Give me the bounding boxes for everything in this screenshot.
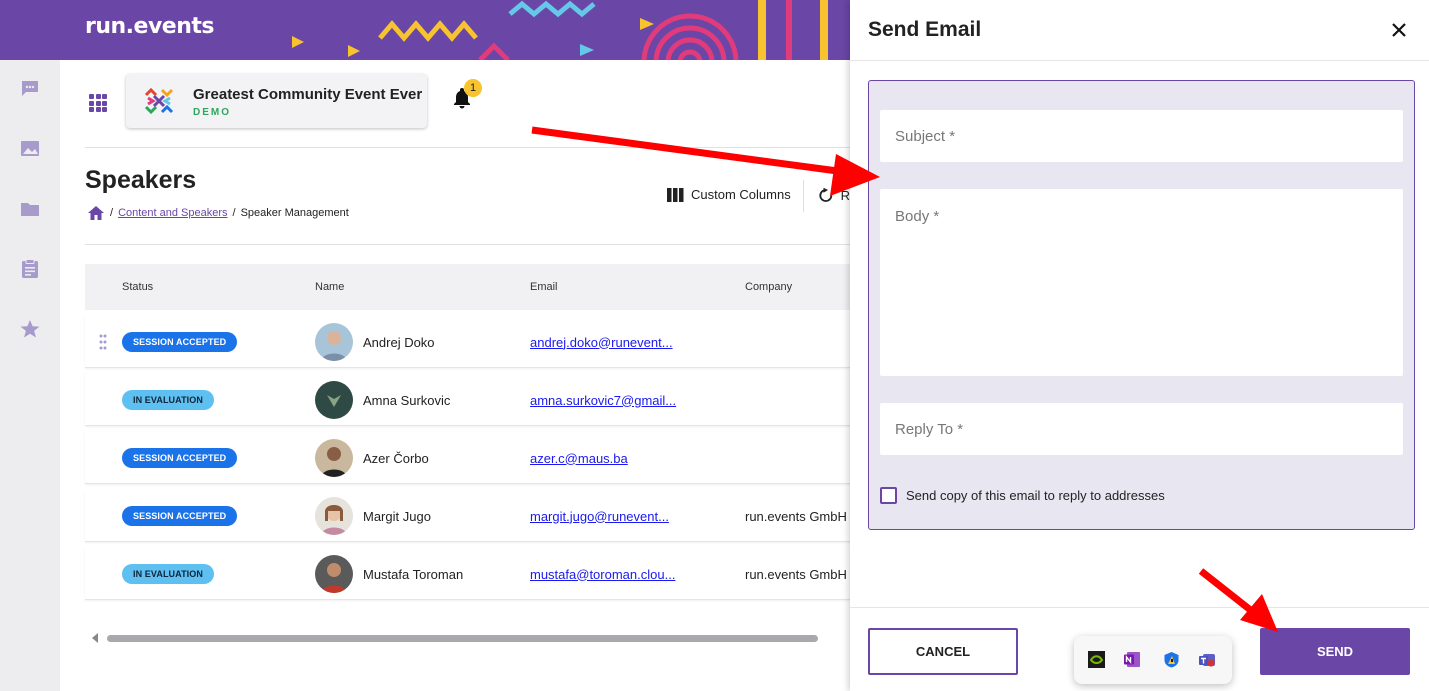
speakers-table: Status Name Email Company SESSION ACCEPT… [85,264,850,600]
app-logo[interactable]: run.events [85,14,215,39]
avatar [315,555,353,593]
column-header-company[interactable]: Company [745,281,792,293]
star-icon[interactable] [19,318,41,340]
left-rail [0,60,60,691]
toolbar-divider-line [85,244,850,245]
avatar [315,381,353,419]
send-email-dialog: Send Email Send copy of this email to re… [850,0,1429,691]
status-badge: SESSION ACCEPTED [122,332,238,352]
custom-columns-button[interactable]: Custom Columns [667,187,791,202]
breadcrumb-separator: / [110,207,114,219]
clipboard-icon[interactable] [19,258,41,280]
page-title: Speakers [85,166,197,194]
top-header: run.events [0,0,850,60]
speaker-name: Amna Surkovic [363,392,451,408]
column-header-name[interactable]: Name [315,281,344,293]
app-root: run.events Greatest Community Event Ever… [0,0,1429,691]
speaker-email[interactable]: andrej.doko@runevent... [530,335,673,350]
dialog-header-divider [850,60,1429,61]
event-title: Greatest Community Event Ever [193,86,423,103]
status-badge: IN EVALUATION [122,390,214,410]
body-textarea[interactable] [880,189,1403,376]
speaker-email[interactable]: azer.c@maus.ba [530,451,628,466]
event-selector[interactable]: Greatest Community Event Ever DEMO [126,74,427,128]
avatar [315,323,353,361]
table-row[interactable]: SESSION ACCEPTED Margit Jugo margit.jugo… [85,490,850,542]
teams-icon[interactable] [1199,651,1216,668]
cancel-button[interactable]: CANCEL [868,628,1018,675]
status-badge: IN EVALUATION [122,564,214,584]
status-badge: SESSION ACCEPTED [122,448,238,468]
table-row[interactable]: SESSION ACCEPTED Andrej Doko andrej.doko… [85,316,850,368]
speaker-name: Margit Jugo [363,508,431,524]
speaker-company: run.events GmbH [745,566,847,582]
table-row[interactable]: SESSION ACCEPTED Azer Čorbo azer.c@maus.… [85,432,850,484]
chat-icon[interactable] [19,78,41,100]
dialog-title: Send Email [868,18,982,41]
speaker-email[interactable]: mustafa@toroman.clou... [530,567,675,582]
reply-to-input[interactable] [880,403,1403,455]
table-header: Status Name Email Company [85,264,850,310]
apps-grid-icon[interactable] [89,94,107,112]
folder-icon[interactable] [19,198,41,220]
dialog-footer-divider [850,607,1429,608]
image-icon[interactable] [19,138,41,160]
email-form: Send copy of this email to reply to addr… [868,80,1415,530]
subject-input[interactable] [880,110,1403,162]
scrollbar-thumb[interactable] [107,635,818,642]
avatar [315,439,353,477]
scroll-left-icon[interactable] [92,633,98,643]
column-header-status[interactable]: Status [122,281,153,293]
refresh-button[interactable]: R [818,187,850,204]
home-icon[interactable] [87,205,105,221]
event-logo-icon [144,87,174,115]
breadcrumb-link-content-speakers[interactable]: Content and Speakers [118,207,227,219]
notification-count-badge: 1 [464,79,482,97]
refresh-label: R [840,188,850,203]
onenote-icon[interactable] [1124,651,1141,668]
toolbar-divider [803,180,804,212]
send-copy-checkbox[interactable] [880,487,897,504]
refresh-icon [819,187,833,202]
horizontal-scrollbar[interactable] [92,633,850,643]
breadcrumb-current: Speaker Management [240,207,349,219]
speaker-email[interactable]: amna.surkovic7@gmail... [530,393,676,408]
breadcrumb-separator: / [232,207,236,219]
header-decoration [292,0,850,60]
breadcrumb: / Content and Speakers / Speaker Managem… [87,205,349,221]
table-row[interactable]: IN EVALUATION Amna Surkovic amna.surkovi… [85,374,850,426]
status-badge: SESSION ACCEPTED [122,506,238,526]
custom-columns-label: Custom Columns [691,187,791,202]
send-button[interactable]: SEND [1260,628,1410,675]
column-header-email[interactable]: Email [530,281,558,293]
main-content: Greatest Community Event Ever DEMO 1 Spe… [60,60,850,691]
close-icon[interactable] [1389,20,1409,40]
event-demo-badge: DEMO [193,107,231,118]
speaker-name: Mustafa Toroman [363,566,464,582]
header-divider [85,147,850,148]
columns-icon [667,187,684,202]
avatar [315,497,353,535]
speaker-company: run.events GmbH [745,508,847,524]
defender-icon[interactable] [1163,651,1180,668]
drag-handle-icon[interactable] [99,334,107,350]
send-copy-option[interactable]: Send copy of this email to reply to addr… [880,487,1165,504]
speaker-name: Azer Čorbo [363,450,429,466]
speaker-name: Andrej Doko [363,334,435,350]
send-copy-label: Send copy of this email to reply to addr… [906,488,1165,503]
speaker-email[interactable]: margit.jugo@runevent... [530,509,669,524]
nvidia-icon[interactable] [1088,651,1105,668]
taskbar-overflow-popup [1074,636,1232,684]
table-row[interactable]: IN EVALUATION Mustafa Toroman mustafa@to… [85,548,850,600]
